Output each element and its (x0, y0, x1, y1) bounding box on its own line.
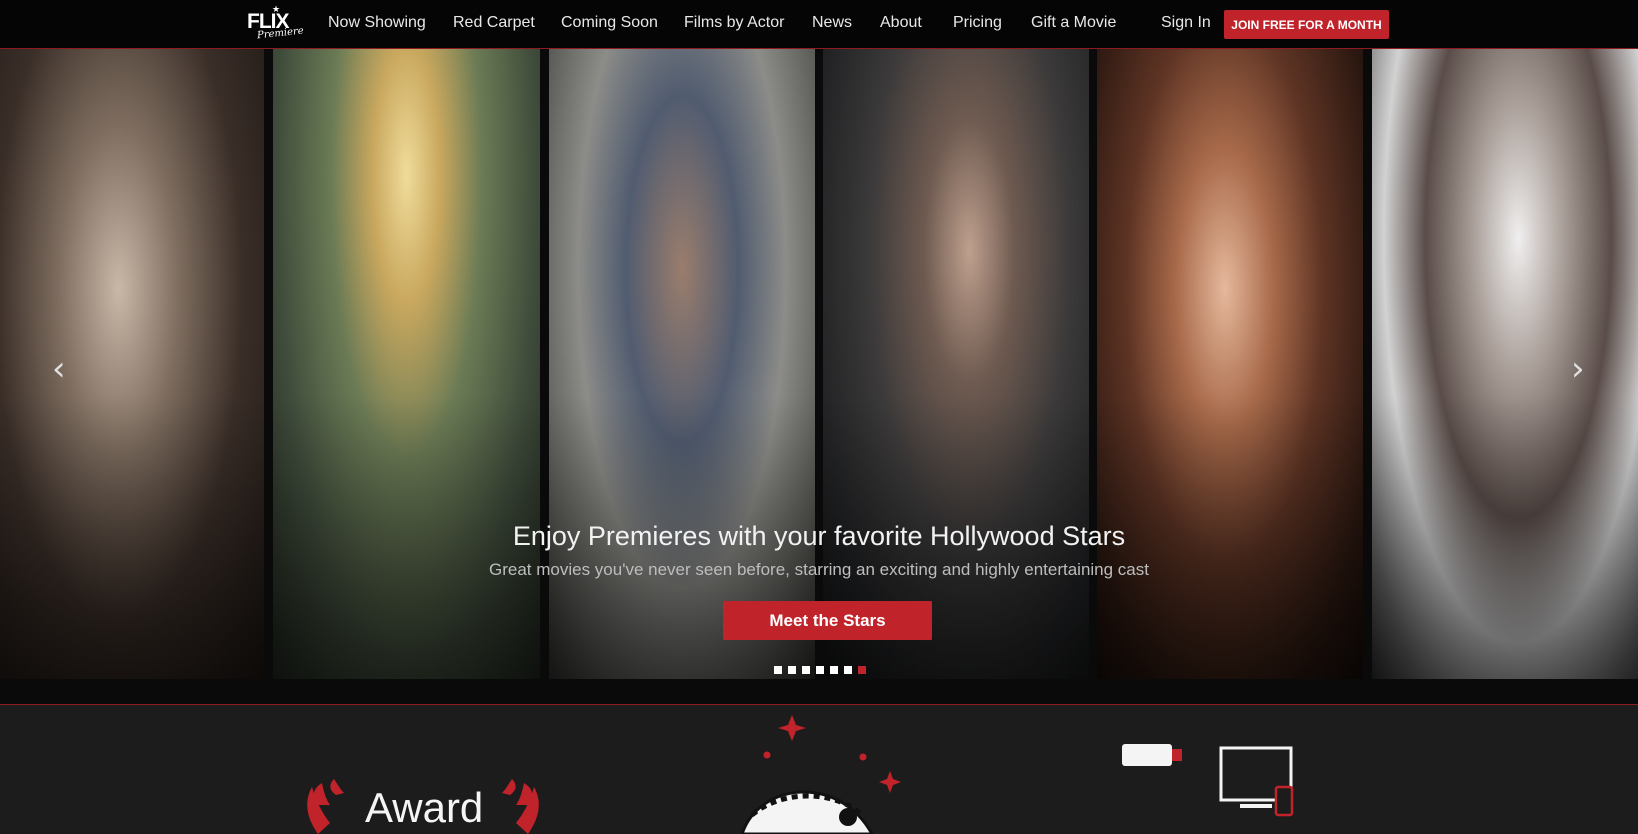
hero-panel-5 (1097, 49, 1363, 679)
carousel-dot-3[interactable] (802, 666, 810, 674)
film-reel-icon (740, 715, 901, 834)
carousel-indicators (774, 666, 866, 674)
carousel-dot-2[interactable] (788, 666, 796, 674)
carousel-dot-7-active[interactable] (858, 666, 866, 674)
nav-films-by-actor[interactable]: Films by Actor (684, 14, 784, 32)
carousel-dot-1[interactable] (774, 666, 782, 674)
hero-panel-4 (823, 49, 1089, 679)
hero-panel-shade (823, 49, 1089, 679)
carousel-dot-6[interactable] (844, 666, 852, 674)
features-section: Award (0, 705, 1638, 834)
nav-now-showing[interactable]: Now Showing (328, 14, 426, 32)
nav-about[interactable]: About (880, 14, 922, 32)
nav-gift-a-movie[interactable]: Gift a Movie (1031, 14, 1116, 32)
hero-panel-3 (549, 49, 815, 679)
features-illustrations (307, 715, 1294, 834)
hero-panel-1 (0, 49, 264, 679)
hero-title: Enjoy Premieres with your favorite Holly… (512, 521, 1126, 551)
nav-pricing[interactable]: Pricing (953, 14, 1002, 32)
sign-in-link[interactable]: Sign In (1161, 14, 1211, 32)
carousel-dot-4[interactable] (816, 666, 824, 674)
hero-panel-shade (273, 49, 540, 679)
nav-coming-soon[interactable]: Coming Soon (561, 14, 658, 32)
carousel-next-icon[interactable]: › (1571, 349, 1585, 389)
top-navigation-bar: ★ FLIX Premiere Now Showing Red Carpet C… (0, 0, 1638, 49)
hero-panel-shade (0, 49, 264, 679)
hero-subtitle: Great movies you've never seen before, s… (488, 560, 1149, 579)
nav-news[interactable]: News (812, 14, 852, 32)
award-heading: Award (365, 784, 484, 831)
hero-carousel: ‹ › Enjoy Premieres with your favorite H… (0, 49, 1638, 705)
nav-red-carpet[interactable]: Red Carpet (453, 14, 535, 32)
hero-panel-shade (1372, 49, 1638, 679)
carousel-dot-5[interactable] (830, 666, 838, 674)
carousel-prev-icon[interactable]: ‹ (52, 349, 66, 389)
hero-panel-6 (1372, 49, 1638, 679)
hero-panel-2 (273, 49, 540, 679)
hero-panel-shade (1097, 49, 1363, 679)
laurel-right-icon (502, 779, 539, 834)
flix-premiere-logo[interactable]: ★ FLIX Premiere (247, 4, 304, 41)
hero-panel-shade (549, 49, 815, 679)
join-free-button[interactable]: JOIN FREE FOR A MONTH (1224, 10, 1389, 39)
laurel-left-icon (307, 779, 344, 834)
devices-icon (1122, 744, 1294, 817)
meet-the-stars-button[interactable]: Meet the Stars (723, 601, 932, 640)
